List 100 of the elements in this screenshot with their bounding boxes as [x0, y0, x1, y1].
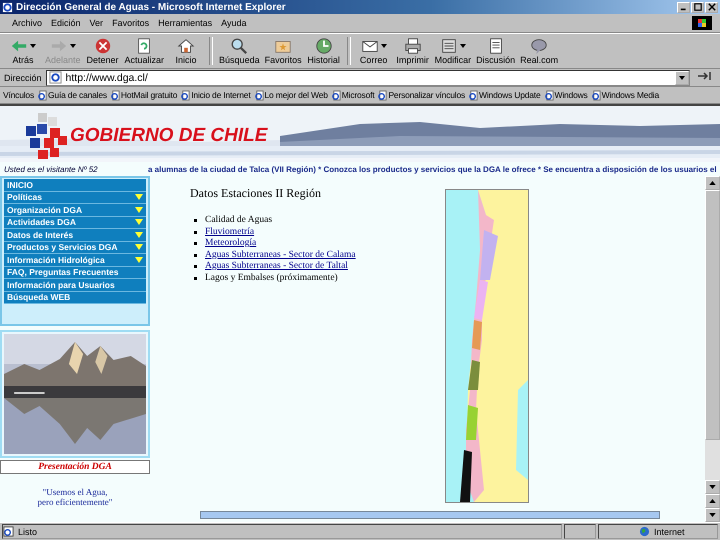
toolbar-button[interactable]: Favoritos [262, 36, 304, 66]
arrow-icon [697, 70, 713, 82]
bullet-icon [194, 230, 197, 234]
page-icon [110, 90, 120, 100]
minimize-button[interactable] [677, 2, 690, 12]
link-button[interactable]: HotMail gratuito [110, 90, 178, 100]
page-icon [254, 90, 264, 100]
toolbar-button[interactable]: Atrás [4, 36, 42, 66]
nav-item[interactable]: FAQ, Preguntas Frecuentes [4, 266, 146, 279]
printer-icon [404, 37, 422, 55]
clock-icon [314, 37, 333, 55]
menu-item[interactable]: Ayuda [221, 18, 246, 28]
search-icon [230, 37, 248, 55]
address-field[interactable]: http://www.dga.cl/ [46, 70, 690, 86]
bullet-icon [194, 265, 197, 268]
maximize-button[interactable] [691, 2, 704, 12]
arrow-up-icon [709, 499, 716, 503]
links-label: Vínculos [3, 90, 34, 100]
zone-text: Internet [654, 526, 685, 536]
logo-text: GOBIERNO DE CHILE [70, 125, 268, 147]
nav-item[interactable]: INICIO [4, 179, 146, 192]
page-icon [181, 90, 190, 100]
nav-item[interactable]: Actividades DGA [4, 216, 146, 229]
caret-icon [679, 76, 685, 80]
station-item: Lagos y Embalses (próximamente) [205, 272, 338, 284]
page-icon [544, 90, 554, 100]
nav-item[interactable]: Políticas [4, 192, 146, 204]
link-button[interactable]: Microsoft [332, 90, 374, 100]
close-icon [708, 3, 716, 11]
page-icon [48, 71, 62, 84]
page-icon [38, 90, 48, 100]
link-button[interactable]: Personalizar vínculos [378, 90, 466, 100]
menu-item[interactable]: Archivo [12, 18, 42, 28]
scroll-up-button[interactable] [705, 176, 720, 190]
maximize-icon [694, 3, 702, 11]
bullet-icon [194, 219, 197, 222]
status-text: Listo [18, 526, 38, 536]
arrow-down-icon [709, 513, 716, 517]
toolbar-button[interactable]: Detener [84, 36, 122, 66]
link-button[interactable]: Inicio de Internet [181, 90, 250, 100]
station-link[interactable]: Fluviometría [205, 226, 254, 238]
speech-bubble-icon [530, 37, 548, 55]
toolbar-button[interactable]: Actualizar [122, 36, 166, 66]
status-panel [564, 524, 596, 539]
stop-icon [94, 37, 112, 55]
link-button[interactable]: Windows Media [592, 90, 659, 100]
nav-item[interactable]: Información Hidrológica [4, 254, 146, 266]
page-icon [378, 90, 388, 100]
windows-logo-icon [692, 16, 712, 30]
bullet-icon [194, 254, 197, 257]
dropdown-button[interactable] [675, 70, 689, 84]
toolbar-button[interactable]: Discusión [474, 36, 518, 66]
link-button[interactable]: Guía de canales [38, 90, 107, 100]
presentation-link[interactable]: Presentación DGA [0, 460, 150, 474]
page-icon [592, 90, 601, 100]
visitor-counter: Usted es el visitante Nº 52 [3, 164, 99, 174]
slogan: "Usemos el Agua, pero eficientemente" [36, 487, 114, 507]
station-link[interactable]: Aguas Subterraneas - Sector de Calama [205, 250, 356, 261]
toolbar-button[interactable]: Imprimir [394, 36, 432, 66]
nav-item[interactable]: Datos de Interés [4, 229, 146, 242]
link-button[interactable]: Windows [544, 90, 588, 100]
scroll-down-button[interactable] [705, 480, 720, 494]
bullet-icon [194, 276, 197, 280]
nav-item[interactable]: Información para Usuarios [4, 279, 146, 292]
bullet-icon [194, 242, 197, 246]
menu-item[interactable]: Edición [51, 18, 81, 28]
arrow-up-icon [709, 181, 716, 185]
menu-item[interactable]: Ver [90, 18, 104, 28]
toolbar-button[interactable]: Modificar [432, 36, 474, 66]
close-button[interactable] [705, 2, 718, 12]
scrollbar-thumb[interactable] [705, 190, 720, 440]
link-button[interactable]: Windows Update [469, 90, 540, 100]
toolbar-button[interactable]: Correo [354, 36, 393, 66]
window-title: Dirección General de Aguas - Microsoft Internet Explorer [16, 2, 287, 12]
section-title: Datos Estaciones II Región [190, 186, 322, 201]
menu-item[interactable]: Favoritos [112, 18, 150, 28]
toolbar-button[interactable]: Búsqueda [217, 36, 262, 66]
toolbar-button[interactable]: Real.com [518, 36, 560, 66]
menu-item[interactable]: Herramientas [158, 18, 212, 28]
scroll-up-button[interactable] [705, 494, 720, 508]
nav-item[interactable]: Organización DGA [4, 204, 146, 216]
arrow-down-icon [709, 485, 716, 489]
logo-icon [24, 112, 68, 160]
station-link[interactable]: Aguas Subterraneas - Sector de Taltal [205, 261, 348, 272]
address-label: Dirección [4, 72, 42, 82]
station-link[interactable]: Meteorología [205, 238, 256, 250]
page-icon [469, 90, 478, 100]
toolbar-button[interactable]: Historial [304, 36, 343, 66]
link-button[interactable]: Lo mejor del Web [254, 90, 328, 100]
page-icon [3, 526, 14, 537]
document-icon [440, 37, 458, 55]
toolbar-button[interactable]: Inicio [167, 36, 206, 66]
globe-icon [639, 526, 650, 537]
news-ticker: a alumnas de la ciudad de Talca (VII Región) * Conozca los productos y servicios que la DGA le ofrece * Se encuentra a disposición de los usuarios el [148, 164, 717, 174]
nav-item[interactable]: Productos y Servicios DGA [4, 242, 146, 254]
nav-item[interactable]: Búsqueda WEB [4, 292, 146, 304]
scroll-down-button[interactable] [705, 508, 720, 522]
page-icon [332, 90, 341, 100]
station-item: Calidad de Aguas [205, 215, 272, 226]
browser-icon [2, 2, 13, 12]
